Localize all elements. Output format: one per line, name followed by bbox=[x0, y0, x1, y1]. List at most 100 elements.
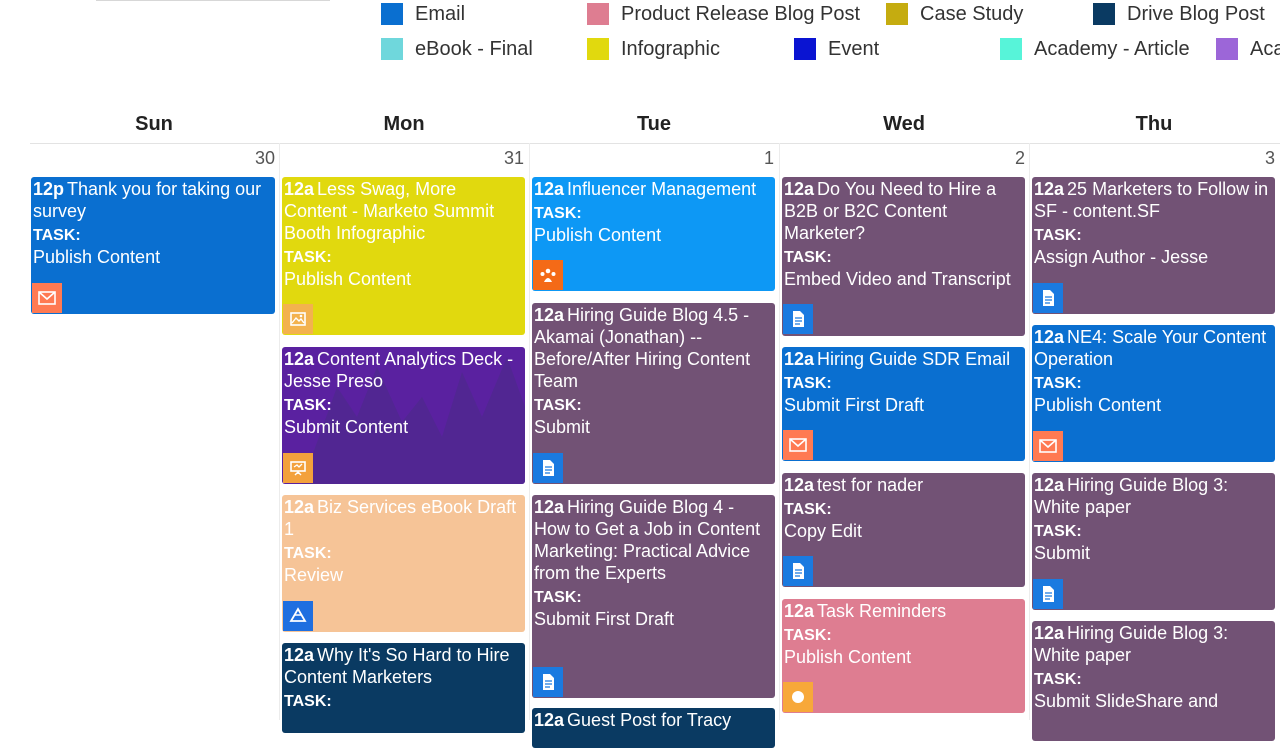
legend-label: Academy - Article bbox=[1034, 37, 1190, 60]
legend-item-ebook-final[interactable]: eBook - Final bbox=[381, 36, 533, 62]
event-time: 12a bbox=[784, 475, 815, 495]
task-label: TASK: bbox=[784, 249, 832, 266]
event-title: test for nader bbox=[817, 475, 924, 495]
event-card[interactable]: 12a Less Swag, More Content - Marketo Sum… bbox=[282, 177, 525, 335]
event-card[interactable]: 12a Hiring Guide SDR Email TASK: Submit F… bbox=[782, 347, 1025, 461]
date-number-sun[interactable]: 30 bbox=[235, 148, 275, 169]
event-title: Hiring Guide SDR Email bbox=[817, 349, 1011, 369]
event-card[interactable]: 12a Hiring Guide Blog 3: White paper TASK… bbox=[1032, 473, 1275, 610]
event-time: 12a bbox=[534, 305, 565, 325]
task-text: Submit First Draft bbox=[784, 395, 925, 415]
day-header-thu: Thu bbox=[1135, 113, 1173, 135]
people-icon bbox=[533, 260, 563, 290]
event-card[interactable]: 12a Task Reminders TASK: Publish Content bbox=[782, 599, 1025, 713]
email-icon bbox=[1033, 431, 1063, 461]
event-card[interactable]: 12a Hiring Guide Blog 4.5 - Akamai (Jonat… bbox=[532, 303, 775, 484]
task-text: Review bbox=[284, 565, 344, 585]
header-divider bbox=[30, 143, 1280, 144]
event-title: Task Reminders bbox=[817, 601, 947, 621]
document-icon bbox=[783, 304, 813, 334]
day-header-wed: Wed bbox=[883, 113, 925, 135]
task-label: TASK: bbox=[284, 397, 332, 414]
task-label: TASK: bbox=[284, 249, 332, 266]
legend-swatch bbox=[1216, 38, 1238, 60]
task-text: Publish Content bbox=[1034, 395, 1162, 415]
event-title: Do You Need to Hire a B2B or B2C Content… bbox=[784, 179, 997, 243]
event-time: 12a bbox=[284, 179, 315, 199]
legend: Email Product Release Blog Post Case Stu… bbox=[0, 0, 1280, 70]
task-text: Assign Author - Jesse bbox=[1034, 247, 1209, 267]
legend-item-infographic[interactable]: Infographic bbox=[587, 36, 720, 62]
task-text: Publish Content bbox=[784, 647, 912, 667]
legend-swatch bbox=[1093, 3, 1115, 25]
event-time: 12a bbox=[1034, 623, 1065, 643]
task-text: Submit bbox=[534, 417, 591, 437]
event-time: 12a bbox=[1034, 179, 1065, 199]
event-title: Content Analytics Deck - Jesse Preso bbox=[284, 349, 514, 391]
event-title: Why It's So Hard to Hire Content Markete… bbox=[284, 645, 510, 687]
legend-label: Event bbox=[828, 37, 880, 60]
document-icon bbox=[1033, 579, 1063, 609]
legend-swatch bbox=[587, 3, 609, 25]
legend-item-academy[interactable]: Aca bbox=[1216, 36, 1280, 62]
legend-item-academy-article[interactable]: Academy - Article bbox=[1000, 36, 1190, 62]
date-number-tue[interactable]: 1 bbox=[734, 148, 774, 169]
legend-swatch bbox=[886, 3, 908, 25]
task-label: TASK: bbox=[33, 227, 81, 244]
event-title: Influencer Management bbox=[567, 179, 757, 199]
event-card[interactable]: 12a test for nader TASK: Copy Edit bbox=[782, 473, 1025, 587]
email-icon bbox=[783, 430, 813, 460]
column-divider bbox=[1029, 143, 1030, 720]
event-title: 25 Marketers to Follow in SF - content.S… bbox=[1034, 179, 1269, 221]
legend-item-email[interactable]: Email bbox=[381, 1, 465, 27]
task-label: TASK: bbox=[534, 205, 582, 222]
event-card[interactable]: 12a Influencer Management TASK: Publish C… bbox=[532, 177, 775, 291]
event-card[interactable]: 12a Biz Services eBook Draft 1 TASK: Revi… bbox=[282, 495, 525, 632]
task-label: TASK: bbox=[784, 501, 832, 518]
legend-swatch bbox=[794, 38, 816, 60]
task-text: Submit bbox=[1034, 543, 1091, 563]
date-number-wed[interactable]: 2 bbox=[985, 148, 1025, 169]
column-divider bbox=[529, 143, 530, 720]
event-card[interactable]: 12a NE4: Scale Your Content Operation TAS… bbox=[1032, 325, 1275, 462]
legend-swatch bbox=[381, 38, 403, 60]
document-icon bbox=[533, 453, 563, 483]
legend-label: Case Study bbox=[920, 2, 1024, 25]
legend-item-product-release-blog-post[interactable]: Product Release Blog Post bbox=[587, 1, 860, 27]
presentation-icon bbox=[283, 453, 313, 483]
event-card[interactable]: 12a Hiring Guide Blog 4 - How to Get a Jo… bbox=[532, 495, 775, 698]
task-text: Copy Edit bbox=[784, 521, 863, 541]
task-label: TASK: bbox=[1034, 671, 1082, 688]
drive-icon bbox=[283, 601, 313, 631]
event-card[interactable]: 12a 25 Marketers to Follow in SF - conten… bbox=[1032, 177, 1275, 314]
event-time: 12a bbox=[784, 601, 815, 621]
task-label: TASK: bbox=[1034, 523, 1082, 540]
legend-item-event[interactable]: Event bbox=[794, 36, 879, 62]
task-label: TASK: bbox=[284, 693, 332, 710]
legend-label: Aca bbox=[1250, 37, 1280, 60]
event-card[interactable]: 12a Content Analytics Deck - Jesse Preso … bbox=[282, 347, 525, 484]
task-label: TASK: bbox=[534, 397, 582, 414]
event-time: 12a bbox=[534, 497, 565, 517]
event-time: 12a bbox=[784, 349, 815, 369]
task-label: TASK: bbox=[1034, 227, 1082, 244]
event-time: 12a bbox=[534, 179, 565, 199]
event-card[interactable]: 12a Do You Need to Hire a B2B or B2C Cont… bbox=[782, 177, 1025, 336]
event-title: Hiring Guide Blog 4 - How to Get a Job i… bbox=[534, 497, 761, 583]
event-time: 12a bbox=[284, 645, 315, 665]
task-text: Submit First Draft bbox=[534, 609, 675, 629]
event-card[interactable]: 12a Hiring Guide Blog 3: White paper TASK… bbox=[1032, 621, 1275, 741]
date-number-mon[interactable]: 31 bbox=[484, 148, 524, 169]
legend-label: Email bbox=[415, 2, 466, 25]
task-text: Publish Content bbox=[284, 269, 412, 289]
event-card[interactable]: 12a Guest Post for Tracy bbox=[532, 708, 775, 748]
event-card[interactable]: 12p Thank you for taking our survey TASK:… bbox=[31, 177, 275, 314]
date-number-thu[interactable]: 3 bbox=[1235, 148, 1275, 169]
task-text: Embed Video and Transcript bbox=[784, 269, 1011, 289]
legend-item-drive-blog-post[interactable]: Drive Blog Post bbox=[1093, 1, 1265, 27]
day-header-sun: Sun bbox=[135, 113, 173, 135]
image-icon bbox=[283, 304, 313, 334]
legend-swatch bbox=[381, 3, 403, 25]
legend-label: Drive Blog Post bbox=[1127, 2, 1265, 25]
legend-item-case-study[interactable]: Case Study bbox=[886, 1, 1023, 27]
